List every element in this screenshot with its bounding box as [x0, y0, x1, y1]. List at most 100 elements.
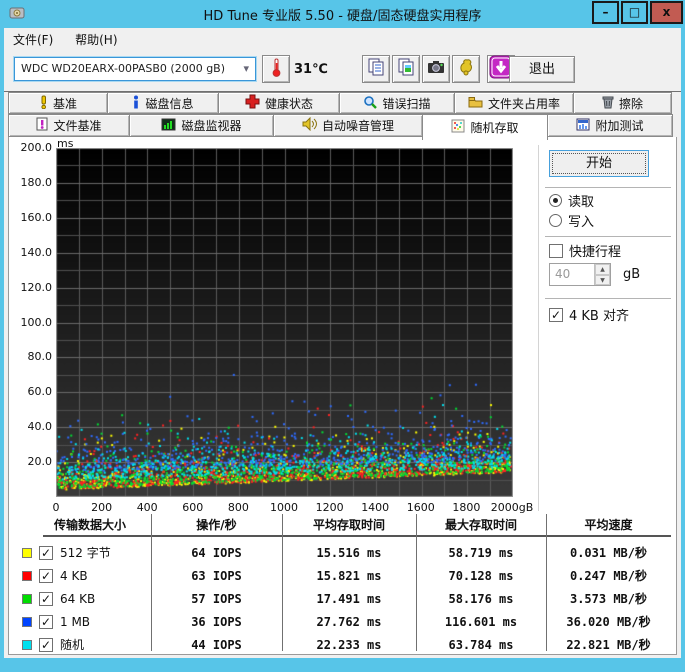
value-iops: 57 IOPS	[191, 591, 242, 606]
exit-button[interactable]: 退出	[509, 56, 575, 83]
close-button[interactable]: x	[650, 1, 683, 24]
value-max: 70.128 ms	[448, 568, 514, 583]
series-label: 4 KB	[60, 568, 88, 583]
tab-random-access[interactable]: 随机存取	[422, 114, 548, 140]
copy-text-button[interactable]	[362, 55, 390, 83]
series-checkbox[interactable]: ✓	[39, 637, 53, 652]
value-avg: 17.491 ms	[316, 591, 382, 606]
table-row: ✓ 随机 44 IOPS 22.233 ms 63.784 ms 22.821 MB/秒	[9, 633, 671, 656]
read-radio-label: 读取	[568, 195, 595, 210]
extra-tests-icon	[576, 118, 590, 134]
table-row: ✓ 64 KB 57 IOPS 17.491 ms 58.176 ms 3.573 MB/…	[9, 587, 671, 610]
separator	[545, 298, 671, 300]
spinner-value: 40	[555, 267, 571, 281]
y-tick-label: 20.0	[27, 455, 53, 469]
drive-select-value: WDC WD20EARX-00PASB0 (2000 gB)	[21, 62, 226, 75]
series-checkbox[interactable]: ✓	[39, 614, 53, 629]
tab-label: 附加测试	[595, 119, 644, 133]
separator	[545, 187, 671, 189]
menu-help[interactable]: 帮助(H)	[66, 28, 126, 48]
y-tick-label: 40.0	[27, 420, 53, 434]
copy-text-icon	[367, 58, 385, 80]
copy-image-button[interactable]	[392, 55, 420, 83]
quick-range-row[interactable]: 快捷行程	[549, 241, 621, 260]
write-radio-row[interactable]: 写入	[549, 211, 594, 230]
bell-button[interactable]	[452, 55, 480, 83]
tab-disk-monitor[interactable]: 磁盘监视器	[129, 114, 274, 137]
titlebar[interactable]: HD Tune 专业版 5.50 - 硬盘/固态硬盘实用程序 – □ x	[0, 0, 685, 28]
series-checkbox[interactable]: ✓	[39, 568, 53, 583]
tab-health[interactable]: 健康状态	[218, 92, 340, 114]
table-row: ✓ 1 MB 36 IOPS 27.762 ms 116.601 ms 36.020 MB…	[9, 610, 671, 633]
toolbar: WDC WD20EARX-00PASB0 (2000 gB) ▾ 31℃ 退出	[4, 48, 681, 92]
drive-select-dropdown[interactable]: WDC WD20EARX-00PASB0 (2000 gB) ▾	[13, 56, 257, 82]
col-header-speed: 平均速度	[584, 518, 633, 532]
series-label: 64 KB	[60, 591, 96, 606]
value-speed: 3.573 MB/秒	[569, 592, 648, 606]
spinner-down-icon[interactable]: ▼	[595, 274, 610, 285]
tab-extra-tests[interactable]: 附加测试	[547, 114, 673, 137]
series-checkbox[interactable]: ✓	[39, 591, 53, 606]
spinner-up-icon[interactable]: ▲	[595, 264, 610, 275]
value-max: 58.176 ms	[448, 591, 514, 606]
tab-noise-management[interactable]: 自动噪音管理	[273, 114, 423, 137]
menu-file[interactable]: 文件(F)	[4, 28, 62, 48]
spinner-buttons: ▲ ▼	[594, 264, 610, 285]
align-4kb-checkbox[interactable]: ✓	[549, 307, 563, 322]
tab-label: 随机存取	[470, 121, 519, 135]
read-radio[interactable]	[549, 194, 562, 207]
quick-range-spinner[interactable]: 40 ▲ ▼	[549, 263, 611, 286]
align-4kb-row[interactable]: ✓ 4 KB 对齐	[549, 305, 629, 324]
y-tick-label: 140.0	[20, 245, 53, 259]
value-iops: 64 IOPS	[191, 545, 242, 560]
write-radio[interactable]	[549, 214, 562, 227]
read-radio-row[interactable]: 读取	[549, 191, 594, 210]
tab-label: 文件夹占用率	[487, 96, 560, 111]
random-access-panel: ms 20.0 40.0 60.0 80.0 100.0 120.0 140.0 160.0 1…	[8, 137, 677, 655]
value-iops: 63 IOPS	[191, 568, 242, 583]
y-tick-label: 100.0	[20, 315, 53, 329]
minimize-button[interactable]: –	[592, 1, 619, 24]
exclamation-icon	[39, 95, 48, 112]
speaker-icon	[302, 116, 317, 134]
tab-label: 自动噪音管理	[321, 119, 394, 133]
value-avg: 15.516 ms	[316, 545, 382, 560]
random-access-scatter-chart	[56, 148, 513, 497]
scatter-icon	[451, 119, 465, 136]
value-speed: 22.821 MB/秒	[566, 638, 651, 652]
series-legend-cell: ✓ 64 KB	[9, 591, 151, 606]
value-iops: 44 IOPS	[191, 637, 242, 652]
value-avg: 15.821 ms	[316, 568, 382, 583]
value-iops: 36 IOPS	[191, 614, 242, 629]
series-color-swatch	[22, 616, 32, 627]
y-tick-label: 120.0	[20, 280, 53, 294]
tab-disk-info[interactable]: 磁盘信息	[107, 92, 219, 114]
value-max: 63.784 ms	[448, 637, 514, 652]
tab-file-benchmark[interactable]: 文件基准	[8, 114, 130, 137]
tab-erase[interactable]: 擦除	[573, 92, 672, 114]
series-color-swatch	[22, 547, 32, 558]
tab-label: 文件基准	[53, 119, 102, 133]
start-button[interactable]: 开始	[549, 150, 649, 177]
temperature-button[interactable]	[262, 55, 290, 83]
series-color-swatch	[22, 570, 32, 581]
tab-benchmark[interactable]: 基准	[8, 92, 108, 114]
y-tick-label: 200.0	[20, 141, 53, 154]
quick-range-checkbox[interactable]	[549, 243, 563, 258]
series-label: 512 字节	[60, 546, 111, 560]
y-tick-label: 160.0	[20, 210, 53, 224]
value-avg: 27.762 ms	[316, 614, 382, 629]
tab-folder-usage[interactable]: 文件夹占用率	[454, 92, 574, 114]
value-max: 58.719 ms	[448, 545, 514, 560]
tab-error-scan[interactable]: 错误扫描	[339, 92, 455, 114]
bell-icon	[457, 58, 475, 80]
screenshot-button[interactable]	[422, 55, 450, 83]
y-tick-label: 60.0	[27, 385, 53, 399]
series-checkbox[interactable]: ✓	[39, 545, 53, 560]
maximize-button[interactable]: □	[621, 1, 648, 24]
x-tick-label: 2000gB	[490, 501, 534, 514]
series-label: 1 MB	[60, 614, 91, 629]
series-legend-cell: ✓ 512 字节	[9, 544, 151, 561]
value-avg: 22.233 ms	[316, 637, 382, 652]
tab-label: 磁盘信息	[145, 96, 194, 111]
